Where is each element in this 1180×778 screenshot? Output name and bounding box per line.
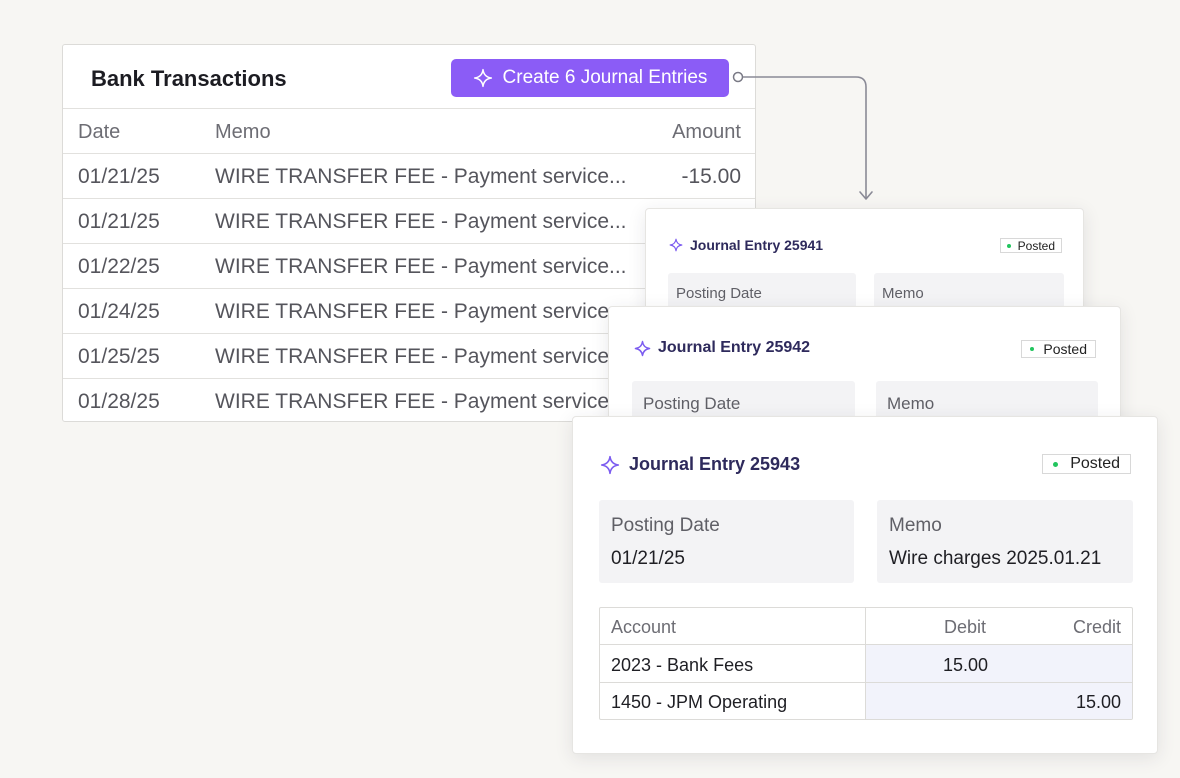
column-header-date: Date xyxy=(78,121,121,143)
bank-table-header: Date Memo Amount xyxy=(63,109,755,154)
dot-icon xyxy=(1006,243,1011,248)
sparkle-icon xyxy=(600,455,620,474)
journal-entry-title-text: Journal Entry 25941 xyxy=(690,237,824,253)
memo-label: Memo xyxy=(882,285,924,302)
row-date: 01/24/25 xyxy=(78,300,160,323)
row-date: 01/28/25 xyxy=(78,390,160,413)
create-journal-entries-button[interactable]: Create 6 Journal Entries xyxy=(451,59,729,97)
journal-lines-table: Account Debit Credit 2023 - Bank Fees 15… xyxy=(599,607,1133,720)
column-header-amount: Amount xyxy=(672,121,741,143)
status-badge: Posted xyxy=(1042,454,1131,474)
sparkle-icon xyxy=(669,238,683,252)
column-header-debit: Debit xyxy=(944,617,987,637)
row-amount: -15.00 xyxy=(681,165,741,188)
row-date: 01/21/25 xyxy=(78,210,160,233)
status-badge-label: Posted xyxy=(1070,455,1120,472)
row-date: 01/21/25 xyxy=(78,165,160,188)
memo-label: Memo xyxy=(887,394,935,413)
row-memo: WIRE TRANSFER FEE - Payment service. xyxy=(215,345,615,368)
posting-date-label: Posting Date xyxy=(676,285,762,302)
status-badge-label: Posted xyxy=(1017,238,1055,253)
sparkle-icon xyxy=(473,68,492,88)
posting-date-value: 01/21/25 xyxy=(611,548,685,569)
row-divider xyxy=(600,682,1132,683)
bank-transactions-header: Bank Transactions Create 6 Journal Entri… xyxy=(63,45,755,109)
row-date: 01/25/25 xyxy=(78,345,160,368)
row-divider xyxy=(600,644,1132,645)
memo-label: Memo xyxy=(889,515,942,536)
dot-icon xyxy=(1030,347,1035,351)
column-divider xyxy=(865,608,866,719)
journal-entry-title-text: Journal Entry 25942 xyxy=(658,339,811,356)
row-memo: WIRE TRANSFER FEE - Payment service... xyxy=(215,165,627,188)
journal-entry-title: Journal Entry 25943 xyxy=(600,454,800,475)
column-header-account: Account xyxy=(611,617,677,637)
journal-entry-title: Journal Entry 25941 xyxy=(669,237,823,253)
memo-field[interactable]: Memo Wire charges 2025.01.21 xyxy=(877,500,1133,583)
journal-entry-card[interactable]: Journal Entry 25943 Posted Posting Date … xyxy=(572,416,1158,754)
row-memo: WIRE TRANSFER FEE - Payment service. xyxy=(215,300,615,323)
status-badge-label: Posted xyxy=(1043,341,1087,357)
status-badge: Posted xyxy=(999,238,1062,253)
line-account: 2023 - Bank Fees xyxy=(611,655,754,675)
line-account: 1450 - JPM Operating xyxy=(611,692,788,712)
bank-transactions-title: Bank Transactions xyxy=(91,66,287,91)
create-journal-entries-label: Create 6 Journal Entries xyxy=(502,67,708,88)
memo-value: Wire charges 2025.01.21 xyxy=(889,548,1102,569)
table-row[interactable]: 01/21/25 WIRE TRANSFER FEE - Payment ser… xyxy=(63,154,755,199)
row-memo: WIRE TRANSFER FEE - Payment service... xyxy=(215,210,627,233)
line-credit: 15.00 xyxy=(1075,692,1121,712)
posting-date-label: Posting Date xyxy=(643,394,741,413)
column-header-memo: Memo xyxy=(215,121,271,143)
sparkle-icon xyxy=(634,340,651,356)
status-badge: Posted xyxy=(1021,340,1096,358)
journal-entry-title: Journal Entry 25942 xyxy=(634,339,810,357)
posting-date-label: Posting Date xyxy=(611,515,720,536)
row-memo: WIRE TRANSFER FEE - Payment service... xyxy=(215,255,627,278)
row-memo: WIRE TRANSFER FEE - Payment service. xyxy=(215,390,615,413)
journal-entry-title-text: Journal Entry 25943 xyxy=(629,454,801,474)
posting-date-field[interactable]: Posting Date 01/21/25 xyxy=(599,500,854,583)
column-header-credit: Credit xyxy=(1072,617,1121,637)
line-debit: 15.00 xyxy=(943,655,989,675)
dot-icon xyxy=(1053,461,1059,467)
row-date: 01/22/25 xyxy=(78,255,160,278)
